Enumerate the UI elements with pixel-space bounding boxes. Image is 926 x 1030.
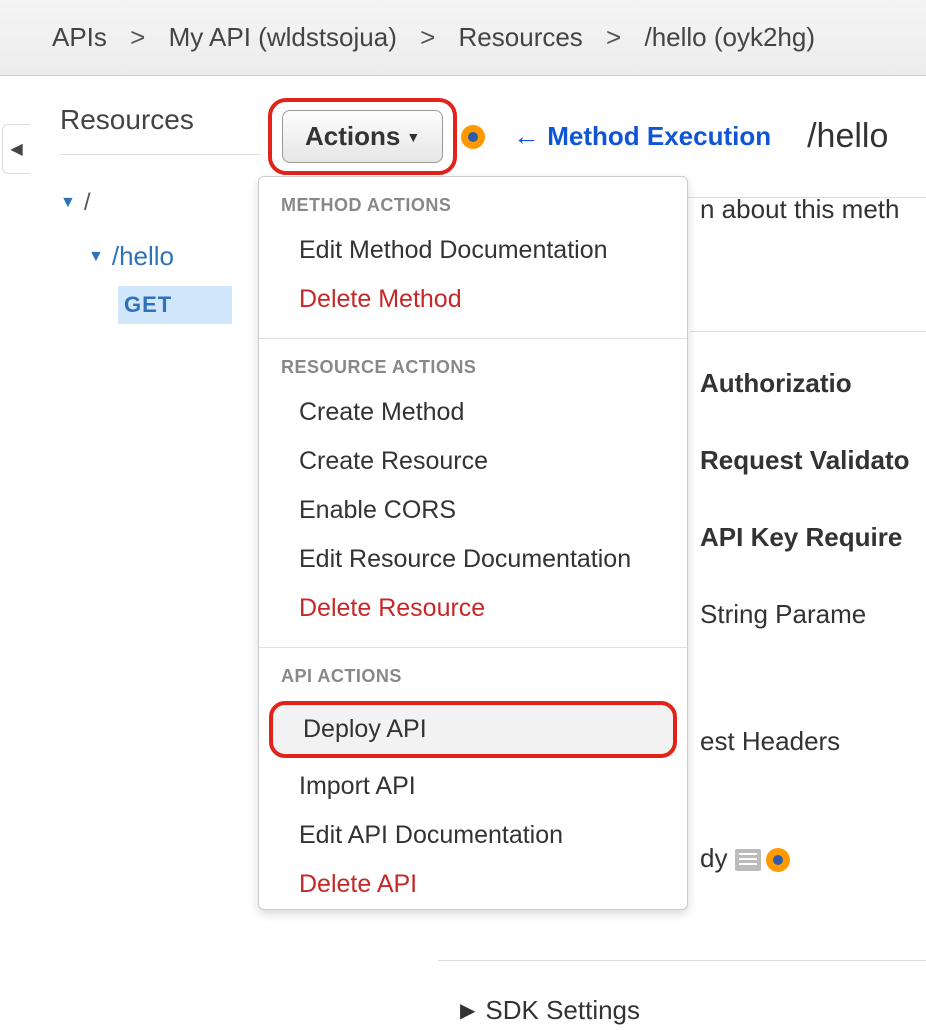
- menu-item-deploy-api[interactable]: Deploy API: [273, 705, 673, 754]
- menu-item-create-method[interactable]: Create Method: [259, 388, 687, 437]
- indicator-dot-icon: [461, 125, 485, 149]
- breadcrumb-item[interactable]: APIs: [52, 22, 107, 52]
- request-body-label: dy: [700, 843, 727, 873]
- breadcrumb-item[interactable]: /hello (oyk2hg): [644, 22, 815, 52]
- authorization-label: Authorizatio: [700, 360, 926, 407]
- arrow-left-icon: ←: [513, 121, 539, 152]
- dropdown-section-resource: RESOURCE ACTIONS: [259, 339, 687, 388]
- sidebar: Resources ▼ / ▼ /hello GET: [0, 76, 250, 324]
- api-key-required-label: API Key Require: [700, 514, 926, 561]
- info-text: n about this meth: [700, 186, 926, 233]
- tree-root-label[interactable]: /: [84, 189, 91, 217]
- menu-item-enable-cors[interactable]: Enable CORS: [259, 486, 687, 535]
- chevron-down-icon[interactable]: ▼: [60, 194, 76, 212]
- menu-item-import-api[interactable]: Import API: [259, 762, 687, 811]
- main-content: Actions ▼ ← Method Execution /hello METH…: [250, 76, 926, 324]
- menu-item-delete-method[interactable]: Delete Method: [259, 275, 687, 324]
- resource-tree: ▼ / ▼ /hello GET: [60, 185, 250, 324]
- sdk-settings-row[interactable]: ▶ SDK Settings: [460, 995, 640, 1026]
- method-execution-link[interactable]: ← Method Execution: [513, 121, 771, 152]
- breadcrumb-separator: >: [606, 22, 621, 52]
- breadcrumb-item[interactable]: My API (wldstsojua): [169, 22, 397, 52]
- request-headers-label: est Headers: [700, 718, 926, 765]
- page-title: /hello: [807, 117, 888, 156]
- indicator-dot-icon: [766, 848, 790, 872]
- request-body-row: dy: [700, 835, 926, 882]
- tree-row-hello[interactable]: ▼ /hello: [88, 237, 250, 276]
- tree-method-label[interactable]: GET: [124, 292, 172, 318]
- menu-item-edit-api-doc[interactable]: Edit API Documentation: [259, 811, 687, 860]
- chevron-left-icon: ◀: [10, 139, 22, 159]
- actions-dropdown: METHOD ACTIONS Edit Method Documentation…: [258, 176, 688, 910]
- menu-item-edit-method-doc[interactable]: Edit Method Documentation: [259, 226, 687, 275]
- breadcrumb-separator: >: [130, 22, 145, 52]
- request-validator-label: Request Validato: [700, 437, 926, 484]
- menu-item-create-resource[interactable]: Create Resource: [259, 437, 687, 486]
- tree-row-get[interactable]: GET: [118, 286, 232, 324]
- sidebar-title: Resources: [60, 104, 260, 155]
- actions-button-label: Actions: [305, 121, 400, 152]
- menu-item-deploy-api-highlight: Deploy API: [269, 701, 677, 758]
- breadcrumb-separator: >: [420, 22, 435, 52]
- tree-hello-label[interactable]: /hello: [112, 241, 174, 272]
- dropdown-section-method: METHOD ACTIONS: [259, 177, 687, 226]
- menu-item-delete-api[interactable]: Delete API: [259, 860, 687, 909]
- sdk-settings-label: SDK Settings: [485, 995, 640, 1026]
- sidebar-collapse-handle[interactable]: ◀: [2, 124, 30, 174]
- actions-button[interactable]: Actions ▼: [282, 110, 443, 163]
- tree-row-root[interactable]: ▼ /: [60, 185, 250, 221]
- caret-down-icon: ▼: [406, 129, 420, 145]
- actions-button-highlight: Actions ▼: [268, 98, 457, 175]
- menu-item-delete-resource[interactable]: Delete Resource: [259, 584, 687, 633]
- chevron-right-icon: ▶: [460, 998, 475, 1023]
- chevron-down-icon[interactable]: ▼: [88, 248, 104, 266]
- divider: [438, 960, 926, 961]
- breadcrumb: APIs > My API (wldstsojua) > Resources >…: [0, 0, 926, 76]
- book-icon: [735, 849, 761, 871]
- breadcrumb-item[interactable]: Resources: [459, 22, 583, 52]
- method-details: n about this meth Authorizatio Request V…: [700, 186, 926, 882]
- dropdown-section-api: API ACTIONS: [259, 648, 687, 697]
- query-string-params-label: String Parame: [700, 591, 926, 638]
- method-execution-label: Method Execution: [547, 121, 771, 152]
- menu-item-edit-resource-doc[interactable]: Edit Resource Documentation: [259, 535, 687, 584]
- divider: [690, 331, 926, 332]
